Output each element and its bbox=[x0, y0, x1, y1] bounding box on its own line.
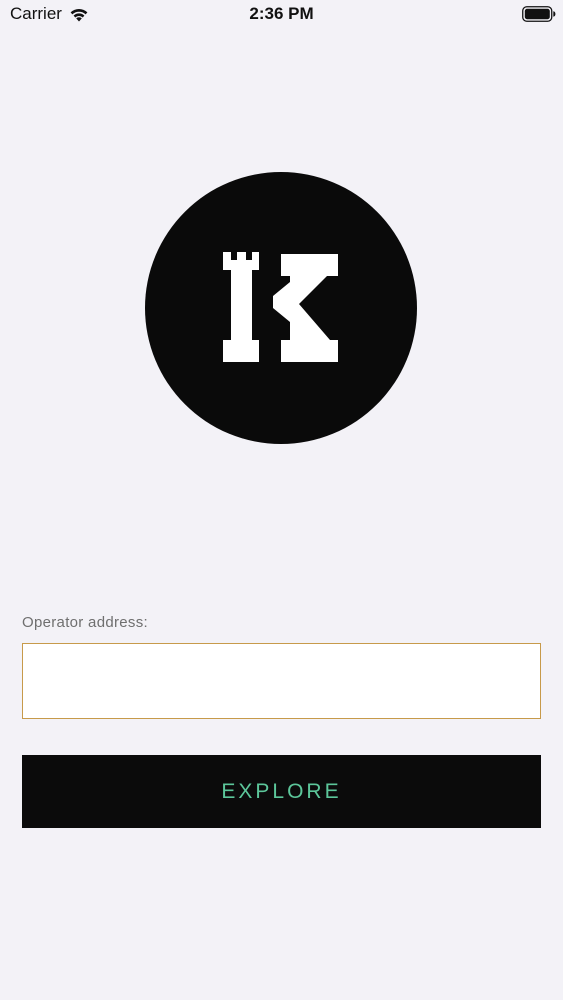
app-screen: Carrier 2:36 PM Operator address: EXPLOR… bbox=[0, 0, 563, 1000]
status-time: 2:36 PM bbox=[249, 4, 314, 23]
battery-icon bbox=[522, 6, 556, 22]
status-bar: Carrier 2:36 PM bbox=[0, 0, 563, 30]
operator-address-input[interactable] bbox=[22, 643, 541, 719]
explore-button[interactable]: EXPLORE bbox=[22, 755, 541, 828]
castle-k-logo bbox=[145, 172, 417, 444]
operator-address-label: Operator address: bbox=[22, 614, 148, 631]
